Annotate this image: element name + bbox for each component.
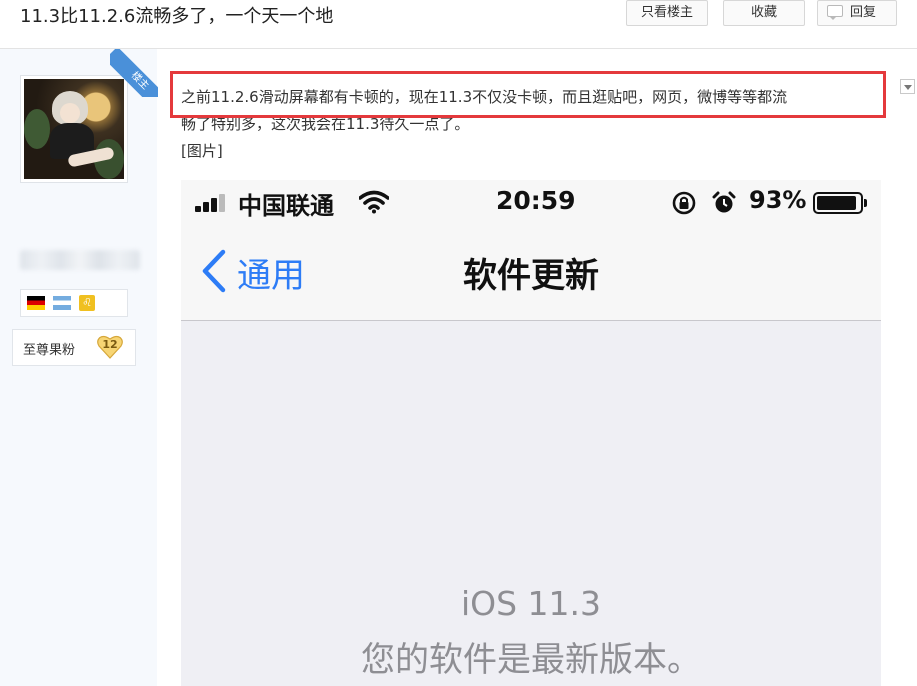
avatar-face: [60, 103, 80, 123]
ios-status-bar: 中国联通 20:59 93%: [181, 180, 881, 226]
dropdown-arrow-icon[interactable]: [900, 79, 915, 94]
carrier-name: 中国联通: [238, 192, 334, 220]
avatar[interactable]: [24, 79, 124, 179]
thread-header: 11.3比11.2.6流畅多了，一个天一个地 只看楼主 收藏 回复: [0, 0, 917, 49]
leo-zodiac-icon[interactable]: ♌: [79, 295, 95, 311]
rank-badge[interactable]: 至尊果粉 12: [12, 329, 136, 366]
avatar-leaf: [24, 109, 50, 149]
update-status-text: 您的软件是最新版本。: [361, 640, 701, 680]
level-badge: 12: [97, 335, 123, 359]
rotation-lock-icon: [672, 191, 696, 215]
battery-fill: [817, 196, 857, 210]
signal-strength-icon: [195, 194, 229, 212]
owner-badge: 楼主: [110, 49, 158, 97]
comment-icon: [827, 5, 843, 20]
reply-button[interactable]: 回复: [817, 0, 897, 26]
thread-title: 11.3比11.2.6流畅多了，一个天一个地: [20, 6, 334, 27]
reply-button-label: 回复: [850, 5, 877, 20]
rank-title: 至尊果粉: [23, 343, 76, 358]
image-placeholder-text: [图片]: [181, 142, 223, 160]
favorite-button[interactable]: 收藏: [723, 0, 805, 26]
battery-icon: [813, 192, 867, 214]
username-blurred[interactable]: [20, 250, 140, 270]
status-time: 20:59: [496, 186, 576, 215]
user-info-column: ♌ 至尊果粉 12: [0, 49, 157, 686]
ios-navigation-area: 中国联通 20:59 93% 通用 软件更新: [181, 180, 881, 321]
argentina-flag-icon[interactable]: [53, 296, 71, 310]
medal-list: ♌: [20, 289, 128, 317]
owner-badge-label: 楼主: [110, 49, 158, 97]
alarm-clock-icon: [712, 191, 736, 213]
only-owner-button[interactable]: 只看楼主: [626, 0, 708, 26]
german-flag-icon[interactable]: [27, 296, 45, 310]
level-number: 12: [102, 338, 118, 351]
ios-nav-title: 软件更新: [463, 256, 599, 296]
battery-percent: 93%: [749, 186, 807, 214]
ios-version-text: iOS 11.3: [460, 584, 602, 623]
embedded-phone-screenshot[interactable]: 中国联通 20:59 93% 通用 软件更新 iOS 11.3 您的软件是最新版…: [181, 180, 881, 686]
highlight-annotation-box: [170, 71, 886, 118]
wifi-icon: [359, 190, 389, 214]
